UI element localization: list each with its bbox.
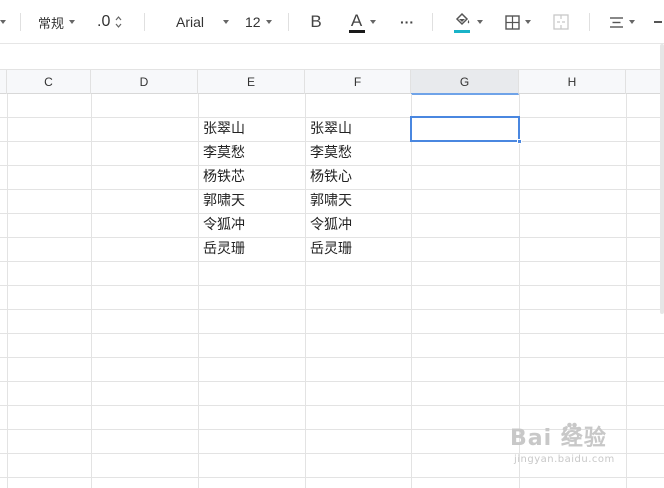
font-size-label: 12: [245, 14, 261, 30]
font-family-dropdown[interactable]: Arial: [176, 0, 204, 44]
column-header-d[interactable]: D: [91, 70, 198, 94]
borders-icon: [505, 14, 520, 30]
column-header-h[interactable]: H: [519, 70, 626, 94]
prev-dropdown-caret[interactable]: [0, 0, 10, 44]
font-size-dropdown[interactable]: 12: [245, 0, 272, 44]
column-header-e[interactable]: E: [198, 70, 305, 94]
toolbar-divider: [288, 13, 289, 31]
toolbar-divider: [589, 13, 590, 31]
cell-e-value[interactable]: 令狐冲: [198, 214, 245, 237]
grid-row-line: [0, 261, 664, 262]
chevron-down-icon: [525, 20, 531, 24]
toolbar-divider: [432, 13, 433, 31]
cell-e-value[interactable]: 李莫愁: [198, 142, 245, 165]
cell-e-value[interactable]: 杨铁芯: [198, 166, 245, 189]
toolbar: 常规 .0 Arial 12 B A ···: [0, 0, 664, 44]
font-color-letter: A: [350, 11, 363, 30]
cell-e-value[interactable]: 张翠山: [198, 118, 245, 141]
align-button[interactable]: [606, 0, 638, 44]
grid-row-line: [0, 381, 664, 382]
merge-cells-icon: [553, 14, 569, 30]
cell-f-value[interactable]: 令狐冲: [305, 214, 352, 237]
decimal-stepper[interactable]: .0: [97, 0, 122, 44]
grid-row-line: [0, 453, 664, 454]
vertical-scrollbar[interactable]: [660, 44, 664, 314]
chevron-down-icon: [369, 20, 376, 24]
more-icon: ···: [400, 14, 414, 30]
fill-handle[interactable]: [517, 139, 522, 144]
chevron-down-icon: [223, 20, 229, 24]
cell-f-value[interactable]: 岳灵珊: [305, 238, 352, 261]
font-color-swatch: [348, 30, 365, 33]
grid-row-line: [0, 333, 664, 334]
chevron-down-icon: [476, 20, 483, 24]
chevron-down-icon: [69, 20, 76, 24]
grid-row-line: [0, 429, 664, 430]
font-family-caret[interactable]: [218, 0, 229, 44]
toolbar-divider: [20, 13, 21, 31]
font-family-label: Arial: [176, 14, 205, 30]
font-color-button[interactable]: A: [346, 0, 378, 44]
bold-button[interactable]: B: [306, 0, 326, 44]
more-button[interactable]: ···: [396, 0, 418, 44]
column-header-f[interactable]: F: [305, 70, 411, 94]
grid-row-line: [0, 309, 664, 310]
cell-f-value[interactable]: 李莫愁: [305, 142, 352, 165]
align-center-icon: [610, 16, 623, 28]
column-header-row: C D E F G H: [0, 69, 664, 95]
minus-icon: [654, 21, 662, 23]
chevron-down-icon: [629, 20, 635, 24]
cell-f-value[interactable]: 郭啸天: [305, 190, 352, 213]
merge-cells-button[interactable]: [551, 0, 571, 44]
cell-f-value[interactable]: 杨铁心: [305, 166, 352, 189]
grid-row-line: [0, 477, 664, 478]
cell-e-value[interactable]: 岳灵珊: [198, 238, 245, 261]
stepper-arrows-icon: [115, 16, 122, 28]
bold-icon: B: [310, 12, 322, 31]
column-header-g[interactable]: G: [411, 70, 519, 95]
paint-bucket-icon: [453, 11, 472, 33]
number-format-dropdown[interactable]: 常规: [38, 0, 76, 44]
cell-e-value[interactable]: 郭啸天: [198, 190, 245, 213]
toolbar-overflow-button[interactable]: [654, 0, 664, 44]
fill-color-button[interactable]: [452, 0, 484, 44]
cell-f-value[interactable]: 张翠山: [305, 118, 352, 141]
toolbar-divider: [144, 13, 145, 31]
column-header-partial[interactable]: [0, 70, 7, 94]
number-format-label: 常规: [38, 16, 65, 32]
active-cell-selection[interactable]: [410, 116, 520, 142]
grid-row-line: [0, 357, 664, 358]
column-header-c[interactable]: C: [7, 70, 91, 94]
chevron-down-icon: [265, 20, 272, 24]
font-color-icon: A: [348, 11, 365, 33]
decimal-label: .0: [97, 13, 111, 30]
cell-grid[interactable]: 张翠山 李莫愁 杨铁芯 郭啸天 令狐冲 岳灵珊 张翠山 李莫愁 杨铁心 郭啸天 …: [0, 94, 664, 488]
borders-button[interactable]: [502, 0, 534, 44]
grid-row-line: [0, 285, 664, 286]
fill-color-swatch: [453, 30, 470, 33]
column-header-next[interactable]: [626, 70, 664, 94]
chevron-down-icon: [0, 20, 6, 24]
grid-row-line: [0, 405, 664, 406]
